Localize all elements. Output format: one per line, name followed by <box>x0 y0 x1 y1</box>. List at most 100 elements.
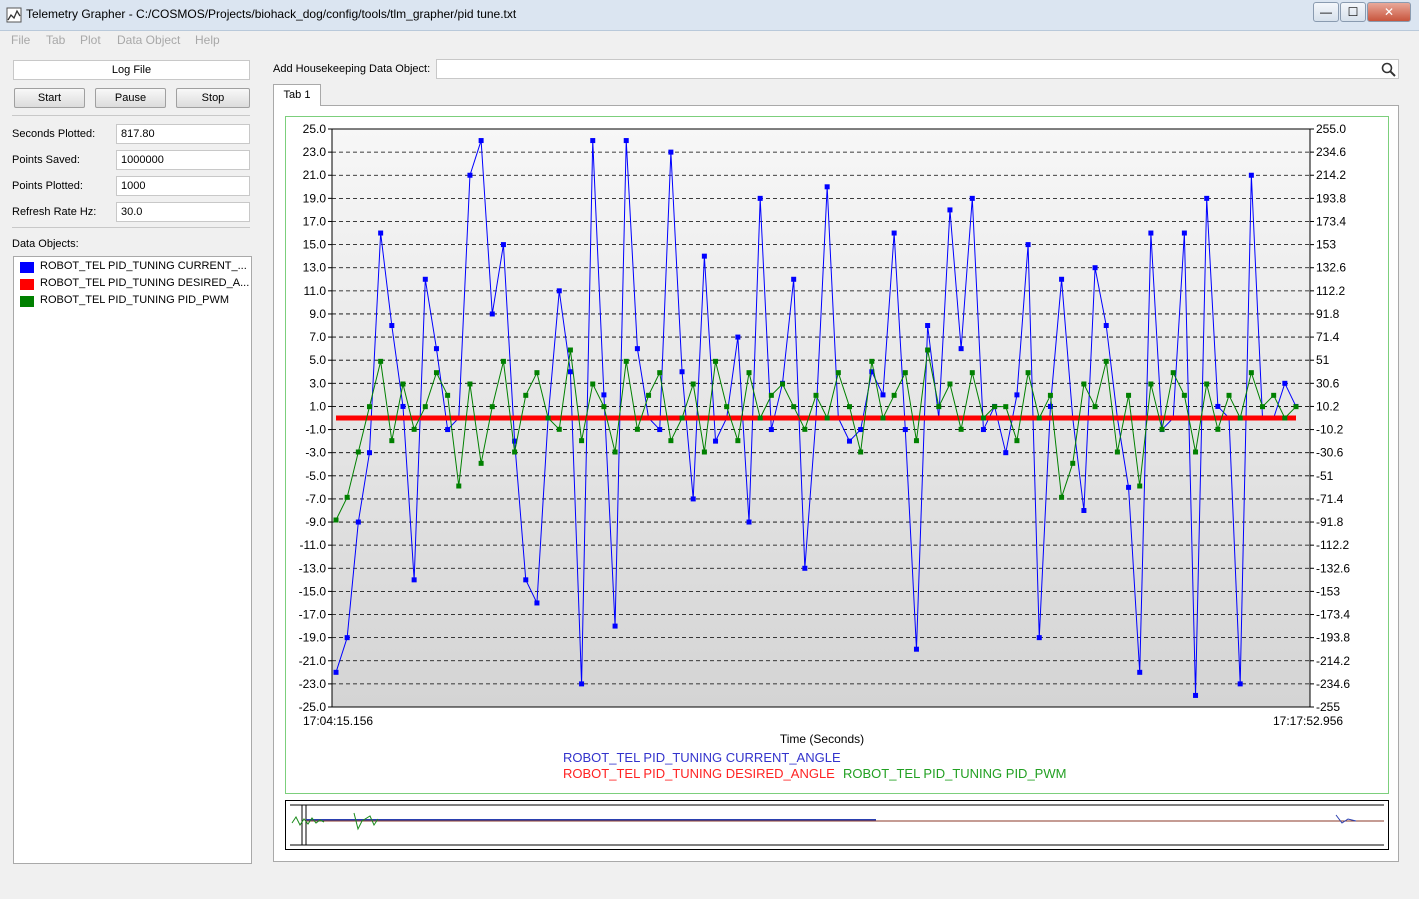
left-tick-label: -3.0 <box>305 446 326 460</box>
pid-pwm-point <box>657 370 663 376</box>
current-angle-point <box>858 427 864 433</box>
current-angle-point <box>1081 507 1087 513</box>
right-tick-label: -112.2 <box>1316 538 1349 552</box>
menu-tab[interactable]: Tab <box>46 33 65 47</box>
current-angle-point <box>467 172 473 178</box>
start-button[interactable]: Start <box>14 88 85 108</box>
left-tick-label: 19.0 <box>303 191 327 205</box>
pid-pwm-point <box>835 370 841 376</box>
plot-frame[interactable]: 25.0 255.0 23.0 234.6 21.0 214.2 19.0 193.8 17.0… <box>285 116 1389 794</box>
current-angle-point <box>1237 681 1243 687</box>
pid-pwm-point <box>902 370 908 376</box>
left-tick-label: 15.0 <box>303 238 327 252</box>
pid-pwm-point <box>735 438 741 444</box>
log-file-button[interactable]: Log File <box>13 60 250 80</box>
stop-button[interactable]: Stop <box>176 88 250 108</box>
left-tick-label: -25.0 <box>299 700 327 714</box>
pid-pwm-point <box>1137 483 1143 489</box>
pause-button[interactable]: Pause <box>95 88 166 108</box>
current-angle-point <box>556 288 562 294</box>
left-tick-label: 9.0 <box>309 307 326 321</box>
pid-pwm-point <box>824 415 830 421</box>
pid-pwm-point <box>1181 392 1187 398</box>
pid-pwm-point <box>579 438 585 444</box>
left-tick-label: -11.0 <box>300 538 327 552</box>
data-objects-list[interactable]: ROBOT_TEL PID_TUNING CURRENT_... ROBOT_T… <box>13 256 252 864</box>
close-button[interactable]: ✕ <box>1367 2 1411 22</box>
overview-plot[interactable] <box>285 800 1389 850</box>
left-tick-label: -21.0 <box>299 654 327 668</box>
housekeeping-input[interactable] <box>436 59 1399 79</box>
current-angle-point <box>1204 195 1210 201</box>
left-tick-label: 21.0 <box>303 168 327 182</box>
menu-help[interactable]: Help <box>195 33 220 47</box>
pid-pwm-point <box>333 517 339 523</box>
current-angle-point <box>1014 392 1020 398</box>
current-angle-point <box>1103 323 1109 329</box>
pid-pwm-point <box>489 404 495 410</box>
pid-pwm-point <box>701 449 707 455</box>
menu-file[interactable]: File <box>11 33 30 47</box>
minimize-button[interactable]: — <box>1313 2 1339 22</box>
right-tick-label: 10.2 <box>1316 399 1340 413</box>
pid-pwm-point <box>1003 404 1009 410</box>
current-angle-point <box>366 450 372 456</box>
refresh-rate-field[interactable]: 30.0 <box>116 202 250 222</box>
current-angle-point <box>947 207 953 213</box>
pid-pwm-point <box>422 404 428 410</box>
search-icon[interactable] <box>1381 62 1396 77</box>
pid-pwm-point <box>512 449 518 455</box>
pid-pwm-point <box>713 358 719 364</box>
pid-pwm-point <box>690 381 696 387</box>
points-saved-field[interactable]: 1000000 <box>116 150 250 170</box>
pid-pwm-point <box>556 426 562 432</box>
current-angle-point <box>500 242 506 248</box>
points-plotted-field[interactable]: 1000 <box>116 176 250 196</box>
pid-pwm-point <box>1248 370 1254 376</box>
pid-pwm-point <box>1126 392 1132 398</box>
current-angle-point <box>1181 230 1187 236</box>
pid-pwm-point <box>869 358 875 364</box>
points-plotted-label: Points Plotted: <box>12 180 83 192</box>
overview-chart[interactable] <box>286 801 1388 849</box>
menu-plot[interactable]: Plot <box>80 33 101 47</box>
current-angle-point <box>1059 276 1065 282</box>
right-tick-label: -255 <box>1316 700 1340 714</box>
current-angle-point <box>400 403 406 409</box>
right-tick-label: -193.8 <box>1316 631 1350 645</box>
right-tick-label: 91.8 <box>1316 307 1340 321</box>
menu-data-object[interactable]: Data Object <box>117 33 180 47</box>
tab-1[interactable]: Tab 1 <box>273 84 321 106</box>
pid-pwm-point <box>846 404 852 410</box>
pid-pwm-point <box>1170 370 1176 376</box>
pid-pwm-point <box>1047 392 1053 398</box>
line-chart[interactable]: 25.0 255.0 23.0 234.6 21.0 214.2 19.0 193.8 17.0… <box>286 117 1388 793</box>
right-tick-label: 51 <box>1316 353 1330 367</box>
current-angle-point <box>1193 692 1199 698</box>
seconds-plotted-field[interactable]: 817.80 <box>116 124 250 144</box>
left-tick-label: -19.0 <box>299 631 327 645</box>
pid-pwm-point <box>567 347 573 353</box>
left-tick-label: -15.0 <box>299 584 327 598</box>
left-tick-label: -5.0 <box>305 469 326 483</box>
right-tick-label: 193.8 <box>1316 191 1346 205</box>
pid-pwm-point <box>1260 404 1266 410</box>
left-tick-label: 1.0 <box>309 399 326 413</box>
current-angle-point <box>612 623 618 629</box>
current-angle-point <box>902 427 908 433</box>
data-object-label: ROBOT_TEL PID_TUNING PID_PWM <box>40 294 230 306</box>
pid-pwm-point <box>478 460 484 466</box>
current-angle-point <box>913 646 919 652</box>
pid-pwm-point <box>1025 370 1031 376</box>
current-angle-point <box>791 276 797 282</box>
pid-pwm-point <box>1226 392 1232 398</box>
left-tick-label: 7.0 <box>309 330 326 344</box>
right-tick-label: 214.2 <box>1316 168 1346 182</box>
housekeeping-label: Add Housekeeping Data Object: <box>273 63 431 75</box>
current-angle-point <box>880 392 886 398</box>
pid-pwm-point <box>802 426 808 432</box>
current-angle-point <box>489 311 495 317</box>
current-angle-point <box>534 600 540 606</box>
current-angle-point <box>958 346 964 352</box>
maximize-button[interactable]: ☐ <box>1340 2 1366 22</box>
